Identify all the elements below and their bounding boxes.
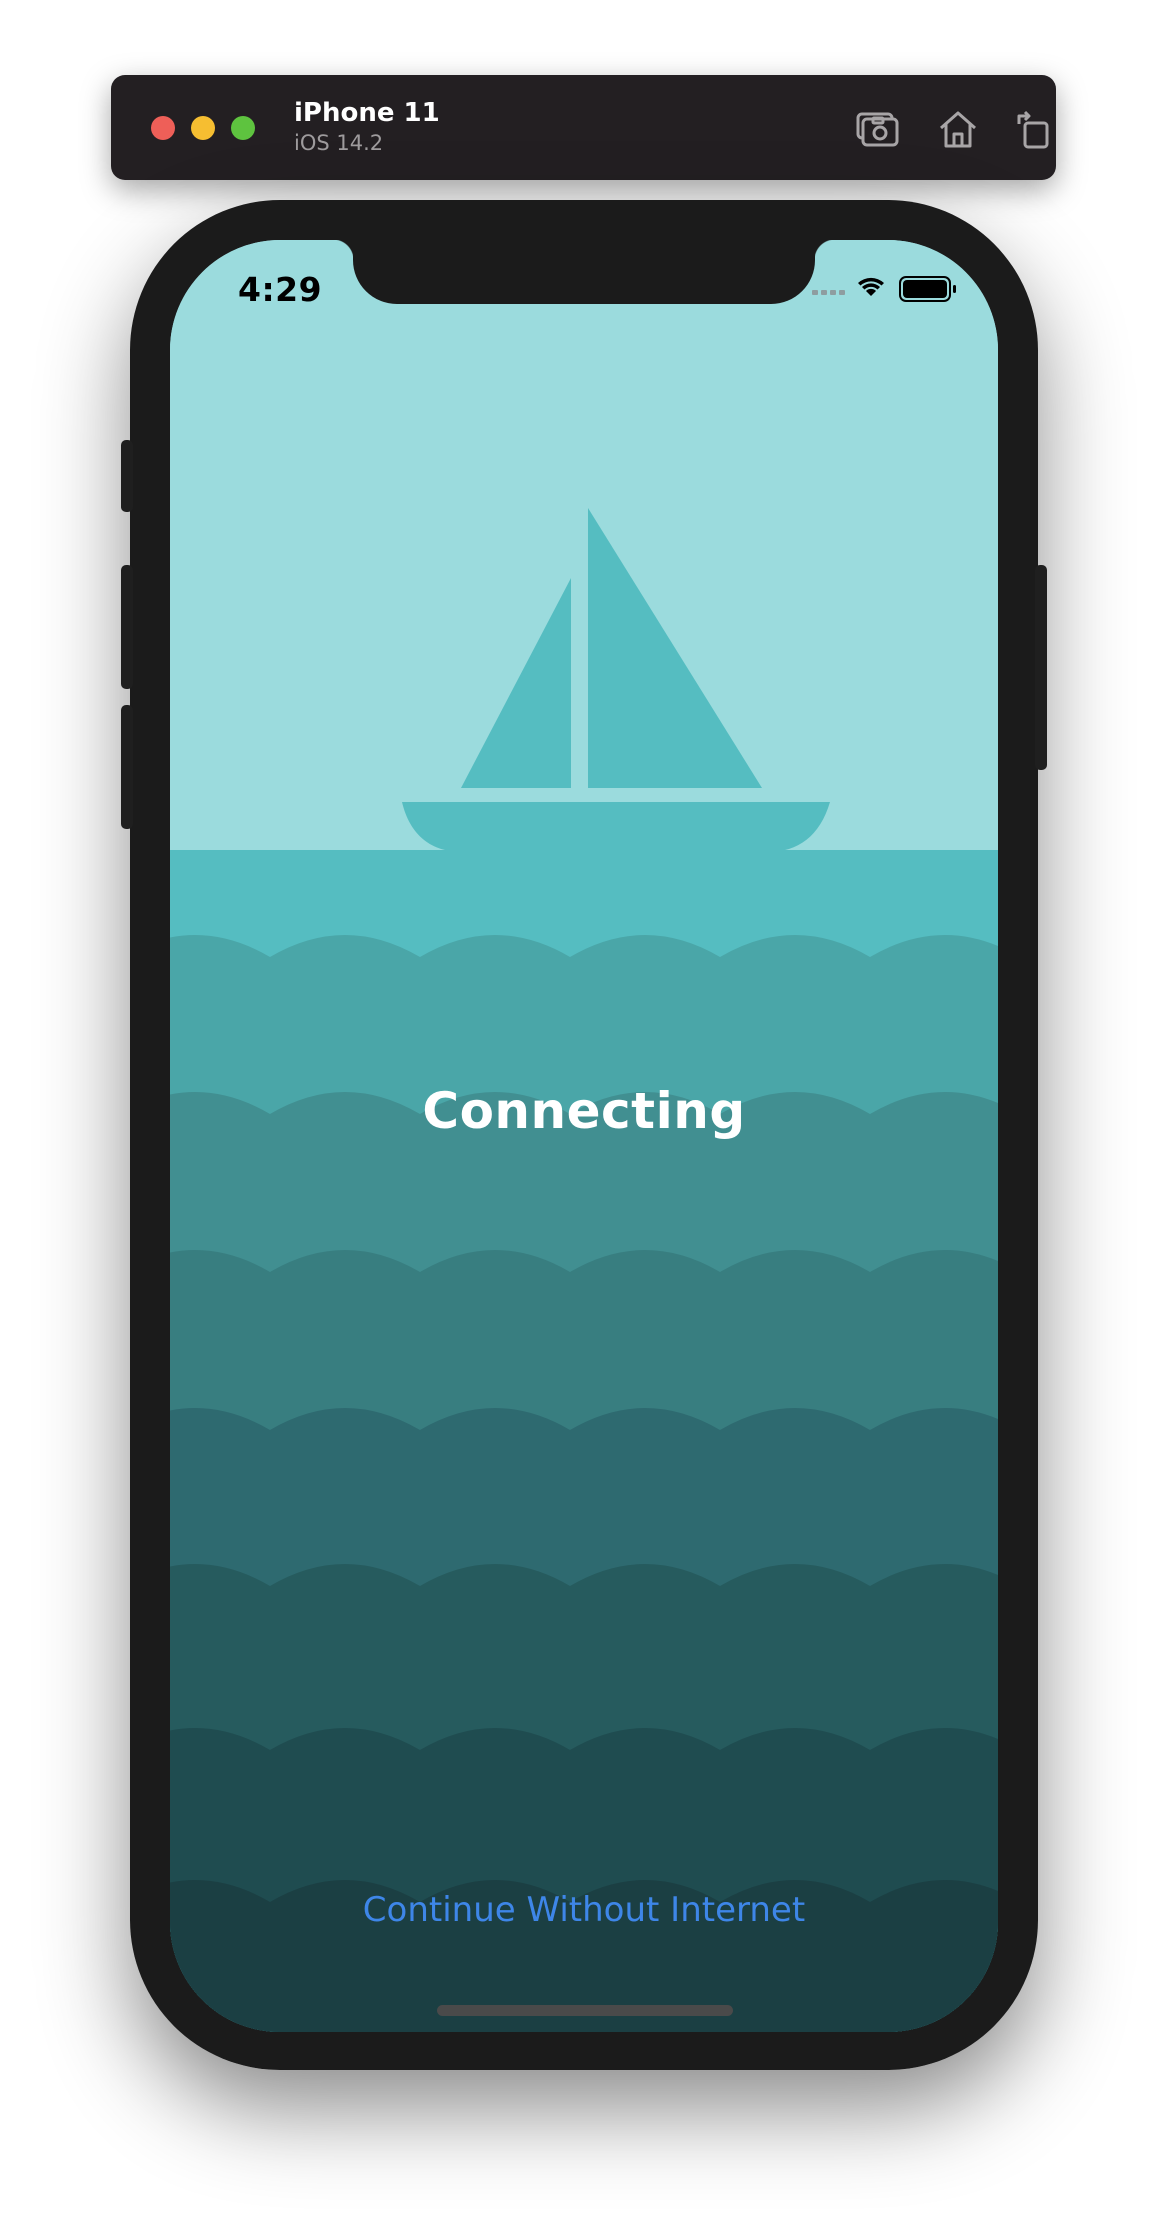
zoom-window-button[interactable] [231, 116, 255, 140]
device-os-version: iOS 14.2 [294, 131, 384, 155]
close-window-button[interactable] [151, 116, 175, 140]
volume-down-button[interactable] [121, 705, 133, 829]
volume-up-button[interactable] [121, 565, 133, 689]
status-time: 4:29 [238, 270, 323, 309]
minimize-window-button[interactable] [191, 116, 215, 140]
power-button[interactable] [1035, 565, 1047, 770]
status-bar-icons [812, 276, 956, 302]
boat-hull [402, 802, 830, 852]
continue-without-internet-button[interactable]: Continue Without Internet [170, 1890, 998, 1930]
wifi-icon [858, 277, 884, 296]
home-indicator[interactable] [437, 2005, 733, 2016]
silent-switch[interactable] [121, 440, 133, 512]
device-name: iPhone 11 [294, 98, 440, 128]
device-notch [333, 240, 835, 304]
cellular-signal-icon [812, 290, 845, 295]
sky-background [170, 240, 998, 850]
device-screen: 4:29 Connecting Continue Without Interne… [170, 240, 998, 2032]
battery-icon [899, 276, 956, 302]
home-icon[interactable] [933, 104, 983, 154]
screenshot-icon[interactable] [852, 104, 902, 154]
rotate-icon[interactable] [1009, 104, 1059, 154]
connecting-status-label: Connecting [422, 1082, 746, 1140]
